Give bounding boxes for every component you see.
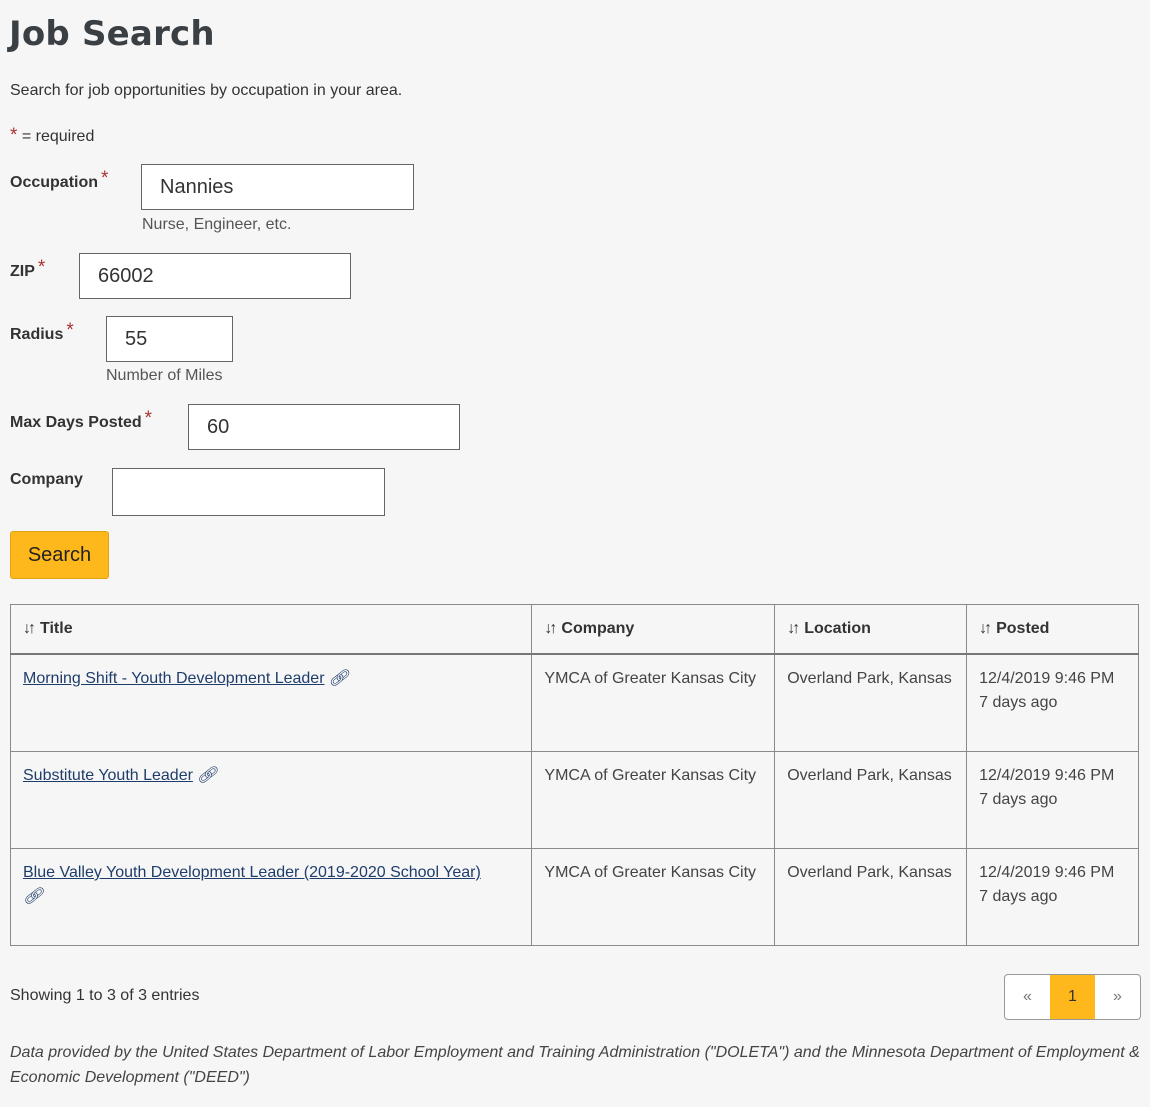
- sort-icon: ↓↑: [544, 620, 557, 637]
- required-note-text: = required: [17, 128, 95, 145]
- zip-label-text: ZIP: [10, 263, 35, 280]
- posted-cell: 12/4/2019 9:46 PM 7 days ago: [966, 751, 1139, 849]
- job-title-link[interactable]: Substitute Youth Leader: [23, 767, 193, 784]
- data-source-footnote: Data provided by the United States Depar…: [10, 1044, 1140, 1086]
- entries-count: Showing 1 to 3 of 3 entries: [10, 987, 200, 1004]
- pagination-page-1[interactable]: 1: [1050, 975, 1095, 1019]
- posted-cell: 12/4/2019 9:46 PM 7 days ago: [966, 848, 1139, 946]
- job-title-cell: Blue Valley Youth Development Leader (20…: [9, 848, 533, 946]
- posted-date: 12/4/2019 9:46 PM: [979, 864, 1115, 881]
- required-star: *: [101, 168, 109, 189]
- pagination: « 1 »: [1004, 974, 1141, 1020]
- required-note: * = required: [10, 125, 94, 147]
- company-cell: YMCA of Greater Kansas City: [531, 751, 776, 849]
- occupation-help: Nurse, Engineer, etc.: [142, 216, 292, 233]
- column-header-title-label: Title: [40, 620, 73, 637]
- required-star: *: [144, 408, 153, 429]
- search-button[interactable]: Search: [10, 531, 109, 579]
- column-header-company-label: Company: [561, 620, 635, 637]
- table-row: Substitute Youth Leader 🔗︎ YMCA of Greate…: [9, 751, 1139, 849]
- column-header-posted[interactable]: ↓↑ Posted: [966, 604, 1139, 655]
- posted-ago: 7 days ago: [979, 888, 1058, 905]
- posted-date: 12/4/2019 9:46 PM: [979, 767, 1115, 784]
- pagination-next-button[interactable]: »: [1095, 975, 1140, 1019]
- job-title-link[interactable]: Blue Valley Youth Development Leader (20…: [23, 864, 481, 881]
- required-star: *: [66, 320, 74, 341]
- radius-label-text: Radius: [10, 326, 64, 343]
- column-header-posted-label: Posted: [996, 620, 1050, 637]
- column-header-company[interactable]: ↓↑ Company: [531, 604, 776, 655]
- page-intro: Search for job opportunities by occupati…: [10, 82, 403, 99]
- sort-icon: ↓↑: [787, 620, 800, 637]
- posted-ago: 7 days ago: [979, 694, 1058, 711]
- max-days-label-text: Max Days Posted: [10, 414, 142, 431]
- radius-help: Number of Miles: [106, 367, 223, 384]
- table-header-row: ↓↑ Title ↓↑ Company ↓↑ Location ↓↑ Posted: [9, 604, 1139, 655]
- company-input[interactable]: [112, 468, 385, 516]
- table-row: Morning Shift - Youth Development Leader…: [9, 653, 1139, 752]
- job-title-link[interactable]: Morning Shift - Youth Development Leader: [23, 670, 325, 687]
- max-days-input[interactable]: [188, 404, 460, 450]
- table-row: Blue Valley Youth Development Leader (20…: [9, 848, 1139, 946]
- posted-date: 12/4/2019 9:46 PM: [979, 670, 1115, 687]
- location-cell: Overland Park, Kansas: [774, 751, 968, 849]
- occupation-input[interactable]: [141, 164, 414, 210]
- location-cell: Overland Park, Kansas: [774, 653, 968, 752]
- page-title: Job Search: [9, 14, 215, 54]
- link-icon: 🔗︎: [328, 670, 349, 687]
- job-title-cell: Morning Shift - Youth Development Leader…: [9, 653, 533, 752]
- zip-input[interactable]: [79, 253, 351, 299]
- company-label-text: Company: [10, 471, 83, 488]
- link-icon: 🔗︎: [23, 888, 44, 905]
- job-title-cell: Substitute Youth Leader 🔗︎: [9, 751, 533, 849]
- company-cell: YMCA of Greater Kansas City: [531, 653, 776, 752]
- max-days-label: Max Days Posted *: [10, 408, 153, 433]
- posted-cell: 12/4/2019 9:46 PM 7 days ago: [966, 653, 1139, 752]
- radius-label: Radius *: [10, 320, 74, 345]
- zip-label: ZIP *: [10, 257, 46, 282]
- company-label: Company: [10, 471, 83, 489]
- required-star: *: [37, 257, 46, 278]
- column-header-location-label: Location: [804, 620, 871, 637]
- results-table: ↓↑ Title ↓↑ Company ↓↑ Location ↓↑ Posted Mo…: [9, 604, 1139, 946]
- column-header-location[interactable]: ↓↑ Location: [774, 604, 968, 655]
- sort-icon: ↓↑: [979, 620, 992, 637]
- occupation-label: Occupation *: [10, 168, 109, 193]
- pagination-prev-button[interactable]: «: [1005, 975, 1050, 1019]
- location-cell: Overland Park, Kansas: [774, 848, 968, 946]
- posted-ago: 7 days ago: [979, 791, 1058, 808]
- radius-input[interactable]: [106, 316, 233, 362]
- column-header-title[interactable]: ↓↑ Title: [9, 604, 533, 655]
- sort-icon: ↓↑: [23, 620, 36, 637]
- link-icon: 🔗︎: [196, 767, 218, 784]
- company-cell: YMCA of Greater Kansas City: [531, 848, 776, 946]
- occupation-label-text: Occupation: [10, 174, 99, 191]
